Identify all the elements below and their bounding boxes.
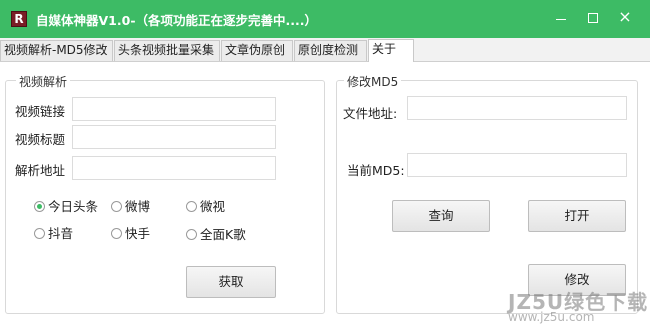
current-md5-label: 当前MD5: bbox=[347, 163, 405, 178]
file-address-label: 文件地址: bbox=[343, 106, 398, 121]
close-button[interactable]: × bbox=[612, 6, 638, 30]
radio-weishi-label: 微视 bbox=[200, 199, 226, 214]
query-button[interactable]: 查询 bbox=[392, 200, 490, 232]
radio-toutiao-label: 今日头条 bbox=[48, 199, 99, 214]
radio-kuaishou-label: 快手 bbox=[125, 226, 151, 241]
radio-quanmin-kge-label: 全面K歌 bbox=[200, 227, 246, 242]
tab-originality-check[interactable]: 原创度检测 bbox=[294, 40, 367, 61]
radio-kuaishou[interactable]: 快手 bbox=[111, 226, 150, 242]
file-address-input[interactable] bbox=[407, 96, 627, 120]
app-logo-icon: R bbox=[11, 11, 27, 27]
minimize-button[interactable] bbox=[548, 6, 574, 30]
fetch-button[interactable]: 获取 bbox=[186, 266, 276, 298]
video-title-input[interactable] bbox=[72, 125, 276, 149]
video-parse-group-title: 视频解析 bbox=[16, 73, 71, 90]
tab-bar: 视频解析-MD5修改 头条视频批量采集 文章伪原创 原创度检测 关于 bbox=[0, 38, 650, 62]
open-button[interactable]: 打开 bbox=[528, 200, 626, 232]
title-bar: R 自媒体神器V1.0-（各项功能正在逐步完善中....） × bbox=[0, 0, 650, 38]
video-title-label: 视频标题 bbox=[15, 132, 66, 147]
maximize-button[interactable] bbox=[580, 6, 606, 30]
window-title: 自媒体神器V1.0-（各项功能正在逐步完善中....） bbox=[36, 13, 318, 28]
radio-toutiao[interactable]: 今日头条 bbox=[34, 199, 98, 215]
radio-unchecked-icon bbox=[111, 228, 122, 239]
radio-quanmin-kge[interactable]: 全面K歌 bbox=[186, 227, 246, 243]
radio-weibo-label: 微博 bbox=[125, 199, 151, 214]
video-link-input[interactable] bbox=[72, 97, 276, 121]
parse-address-input[interactable] bbox=[72, 156, 276, 180]
tab-about[interactable]: 关于 bbox=[368, 39, 414, 62]
video-link-label: 视频链接 bbox=[15, 104, 66, 119]
radio-checked-icon bbox=[34, 201, 45, 212]
radio-unchecked-icon bbox=[186, 201, 197, 212]
md5-group-title: 修改MD5 bbox=[344, 73, 402, 90]
radio-unchecked-icon bbox=[186, 229, 197, 240]
radio-unchecked-icon bbox=[111, 201, 122, 212]
radio-weishi[interactable]: 微视 bbox=[186, 199, 225, 215]
tab-video-parse-md5[interactable]: 视频解析-MD5修改 bbox=[0, 40, 113, 61]
radio-douyin[interactable]: 抖音 bbox=[34, 226, 73, 242]
tab-toutiao-batch[interactable]: 头条视频批量采集 bbox=[114, 40, 220, 61]
current-md5-input[interactable] bbox=[407, 153, 627, 177]
radio-weibo[interactable]: 微博 bbox=[111, 199, 150, 215]
radio-douyin-label: 抖音 bbox=[48, 226, 74, 241]
radio-unchecked-icon bbox=[34, 228, 45, 239]
parse-address-label: 解析地址 bbox=[15, 163, 66, 178]
tab-article-rewrite[interactable]: 文章伪原创 bbox=[221, 40, 293, 61]
watermark-url: www.jz5u.com bbox=[508, 310, 595, 324]
